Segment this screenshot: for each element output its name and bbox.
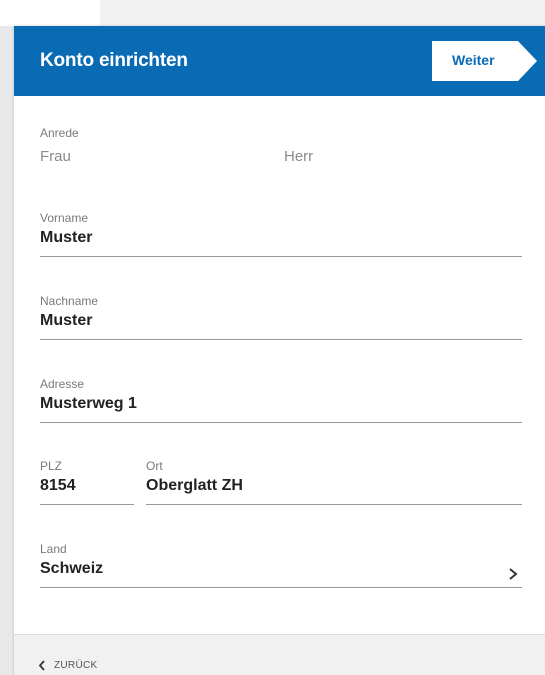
back-button-label: ZURÜCK	[54, 660, 98, 671]
city-underline	[146, 504, 522, 505]
city-label: Ort	[146, 459, 163, 473]
account-setup-card: Konto einrichten Weiter Anrede Frau Herr…	[14, 26, 545, 675]
page-title: Konto einrichten	[40, 50, 188, 71]
app-header: Konto einrichten Weiter	[14, 26, 545, 96]
salutation-option-frau[interactable]: Frau	[40, 148, 71, 165]
zip-label: PLZ	[40, 459, 63, 473]
salutation-label: Anrede	[40, 126, 79, 140]
country-underline	[40, 587, 522, 588]
salutation-option-herr[interactable]: Herr	[284, 148, 313, 165]
last-name-underline	[40, 339, 522, 340]
chevron-right-icon[interactable]	[508, 567, 518, 581]
zip-value[interactable]: 8154	[40, 477, 134, 495]
address-value[interactable]: Musterweg 1	[40, 395, 522, 413]
chevron-left-icon	[38, 660, 45, 671]
city-field[interactable]: Ort Oberglatt ZH	[146, 459, 522, 505]
country-label: Land	[40, 542, 67, 556]
first-name-label: Vorname	[40, 211, 89, 225]
country-value[interactable]: Schweiz	[40, 560, 522, 578]
background-window-strip	[0, 0, 545, 26]
address-label: Adresse	[40, 377, 85, 391]
first-name-underline	[40, 256, 522, 257]
city-value[interactable]: Oberglatt ZH	[146, 477, 522, 495]
address-underline	[40, 422, 522, 423]
background-panel	[100, 0, 545, 26]
back-button[interactable]: ZURÜCK	[38, 660, 97, 671]
country-select[interactable]: Land Schweiz	[40, 542, 522, 588]
first-name-value[interactable]: Muster	[40, 229, 522, 247]
last-name-label: Nachname	[40, 294, 99, 308]
next-button[interactable]: Weiter	[432, 41, 537, 81]
salutation-field: Anrede Frau Herr	[40, 126, 520, 171]
address-field[interactable]: Adresse Musterweg 1	[40, 377, 522, 423]
zip-underline	[40, 504, 134, 505]
footer-bar: ZURÜCK	[14, 634, 545, 675]
side-shadow	[0, 26, 14, 675]
last-name-field[interactable]: Nachname Muster	[40, 294, 522, 340]
last-name-value[interactable]: Muster	[40, 312, 522, 330]
zip-field[interactable]: PLZ 8154	[40, 459, 134, 505]
first-name-field[interactable]: Vorname Muster	[40, 211, 522, 257]
next-button-label: Weiter	[452, 52, 495, 68]
